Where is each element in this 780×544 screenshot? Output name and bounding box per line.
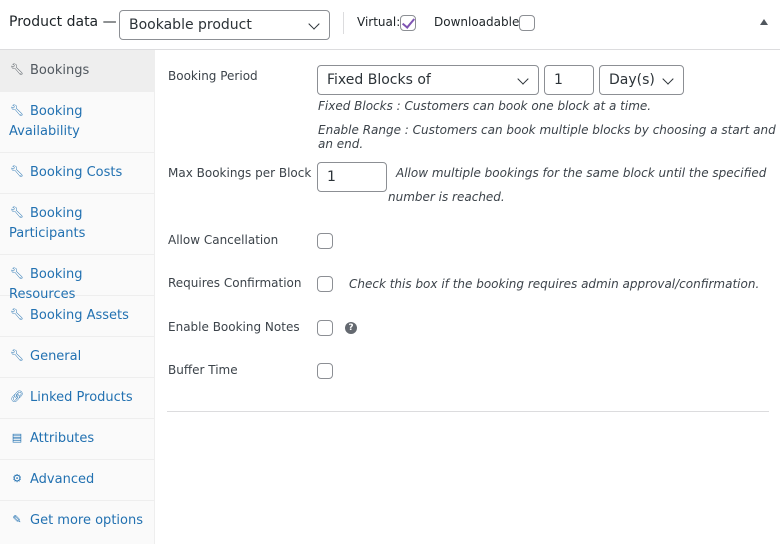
chevron-down-icon: [662, 73, 674, 85]
tab-label: Bookings: [30, 63, 90, 78]
max-bookings-value: 1: [327, 169, 336, 185]
tab-label: Booking Costs: [30, 165, 123, 180]
max-bookings-desc-cont: number is reached.: [388, 190, 505, 204]
tab-attributes[interactable]: ▤ Attributes: [0, 419, 155, 460]
tab-advanced[interactable]: ⚙ Advanced: [0, 460, 155, 501]
requires-confirmation-label: Requires Confirmation: [168, 276, 302, 290]
bookings-panel: Booking Period Fixed Blocks of 1 Day(s) …: [155, 50, 780, 544]
tab-label: General: [30, 349, 82, 364]
enable-booking-notes-checkbox[interactable]: [317, 320, 333, 336]
product-type-select[interactable]: Bookable product: [119, 10, 330, 40]
tab-label: Booking Assets: [30, 308, 129, 323]
virtual-label: Virtual:: [357, 15, 401, 29]
max-bookings-desc: Allow multiple bookings for the same blo…: [396, 166, 767, 180]
buffer-time-checkbox[interactable]: [317, 363, 333, 379]
collapse-arrow-icon[interactable]: [760, 19, 768, 25]
chevron-down-icon: [308, 18, 320, 30]
tab-label: Get more options: [30, 513, 143, 528]
virtual-checkbox[interactable]: [400, 15, 416, 31]
help-icon[interactable]: ?: [345, 322, 357, 334]
tab-label: Attributes: [30, 431, 95, 446]
tab-booking-costs[interactable]: 🔧︎ Booking Costs: [0, 153, 155, 194]
chevron-down-icon: [517, 73, 529, 85]
enable-booking-notes-label: Enable Booking Notes: [168, 320, 300, 334]
tab-get-more-options[interactable]: ✎ Get more options: [0, 501, 155, 544]
tab-label: Booking Participants: [9, 206, 86, 241]
product-type-value: Bookable product: [129, 17, 252, 33]
tab-label: Advanced: [30, 472, 95, 487]
tab-booking-participants[interactable]: 🔧︎ Booking Participants: [0, 194, 155, 255]
booking-period-count-value: 1: [554, 72, 563, 88]
product-data-header: Product data — Bookable product Virtual:…: [0, 0, 780, 50]
allow-cancellation-label: Allow Cancellation: [168, 233, 279, 247]
max-bookings-label: Max Bookings per Block: [168, 166, 312, 180]
booking-period-desc-fixed: Fixed Blocks : Customers can book one bl…: [318, 99, 652, 113]
requires-confirmation-checkbox[interactable]: [317, 276, 333, 292]
buffer-time-label: Buffer Time: [168, 363, 238, 377]
downloadable-label: Downloadable:: [434, 15, 524, 29]
max-bookings-input[interactable]: 1: [317, 162, 387, 192]
tab-booking-availability[interactable]: 🔧︎ Booking Availability: [0, 92, 155, 153]
tab-linked-products[interactable]: 🔗︎ Linked Products: [0, 378, 155, 419]
booking-period-type-select[interactable]: Fixed Blocks of: [317, 65, 539, 95]
tab-booking-resources[interactable]: 🔧︎ Booking Resources: [0, 255, 155, 302]
product-data-title: Product data —: [9, 14, 117, 30]
tab-general[interactable]: 🔧︎ General: [0, 337, 155, 378]
tab-label: Linked Products: [30, 390, 133, 405]
tab-bookings[interactable]: 🔧︎ Bookings: [0, 50, 155, 92]
tab-booking-assets[interactable]: 🔧︎ Booking Assets: [0, 296, 155, 337]
booking-period-unit-select[interactable]: Day(s): [599, 65, 684, 95]
booking-period-type-value: Fixed Blocks of: [327, 72, 431, 88]
downloadable-checkbox[interactable]: [519, 15, 535, 31]
product-data-tabs: 🔧︎ Bookings 🔧︎ Booking Availability 🔧︎ B…: [0, 50, 155, 544]
section-divider: [167, 411, 769, 412]
requires-confirmation-desc: Check this box if the booking requires a…: [349, 277, 760, 291]
booking-period-label: Booking Period: [168, 69, 258, 83]
allow-cancellation-checkbox[interactable]: [317, 233, 333, 249]
booking-period-unit-value: Day(s): [609, 72, 655, 88]
header-divider: [343, 12, 344, 34]
booking-period-count-input[interactable]: 1: [544, 65, 594, 95]
tab-label: Booking Availability: [9, 104, 83, 139]
booking-period-desc-range: Enable Range : Customers can book multip…: [318, 123, 776, 151]
